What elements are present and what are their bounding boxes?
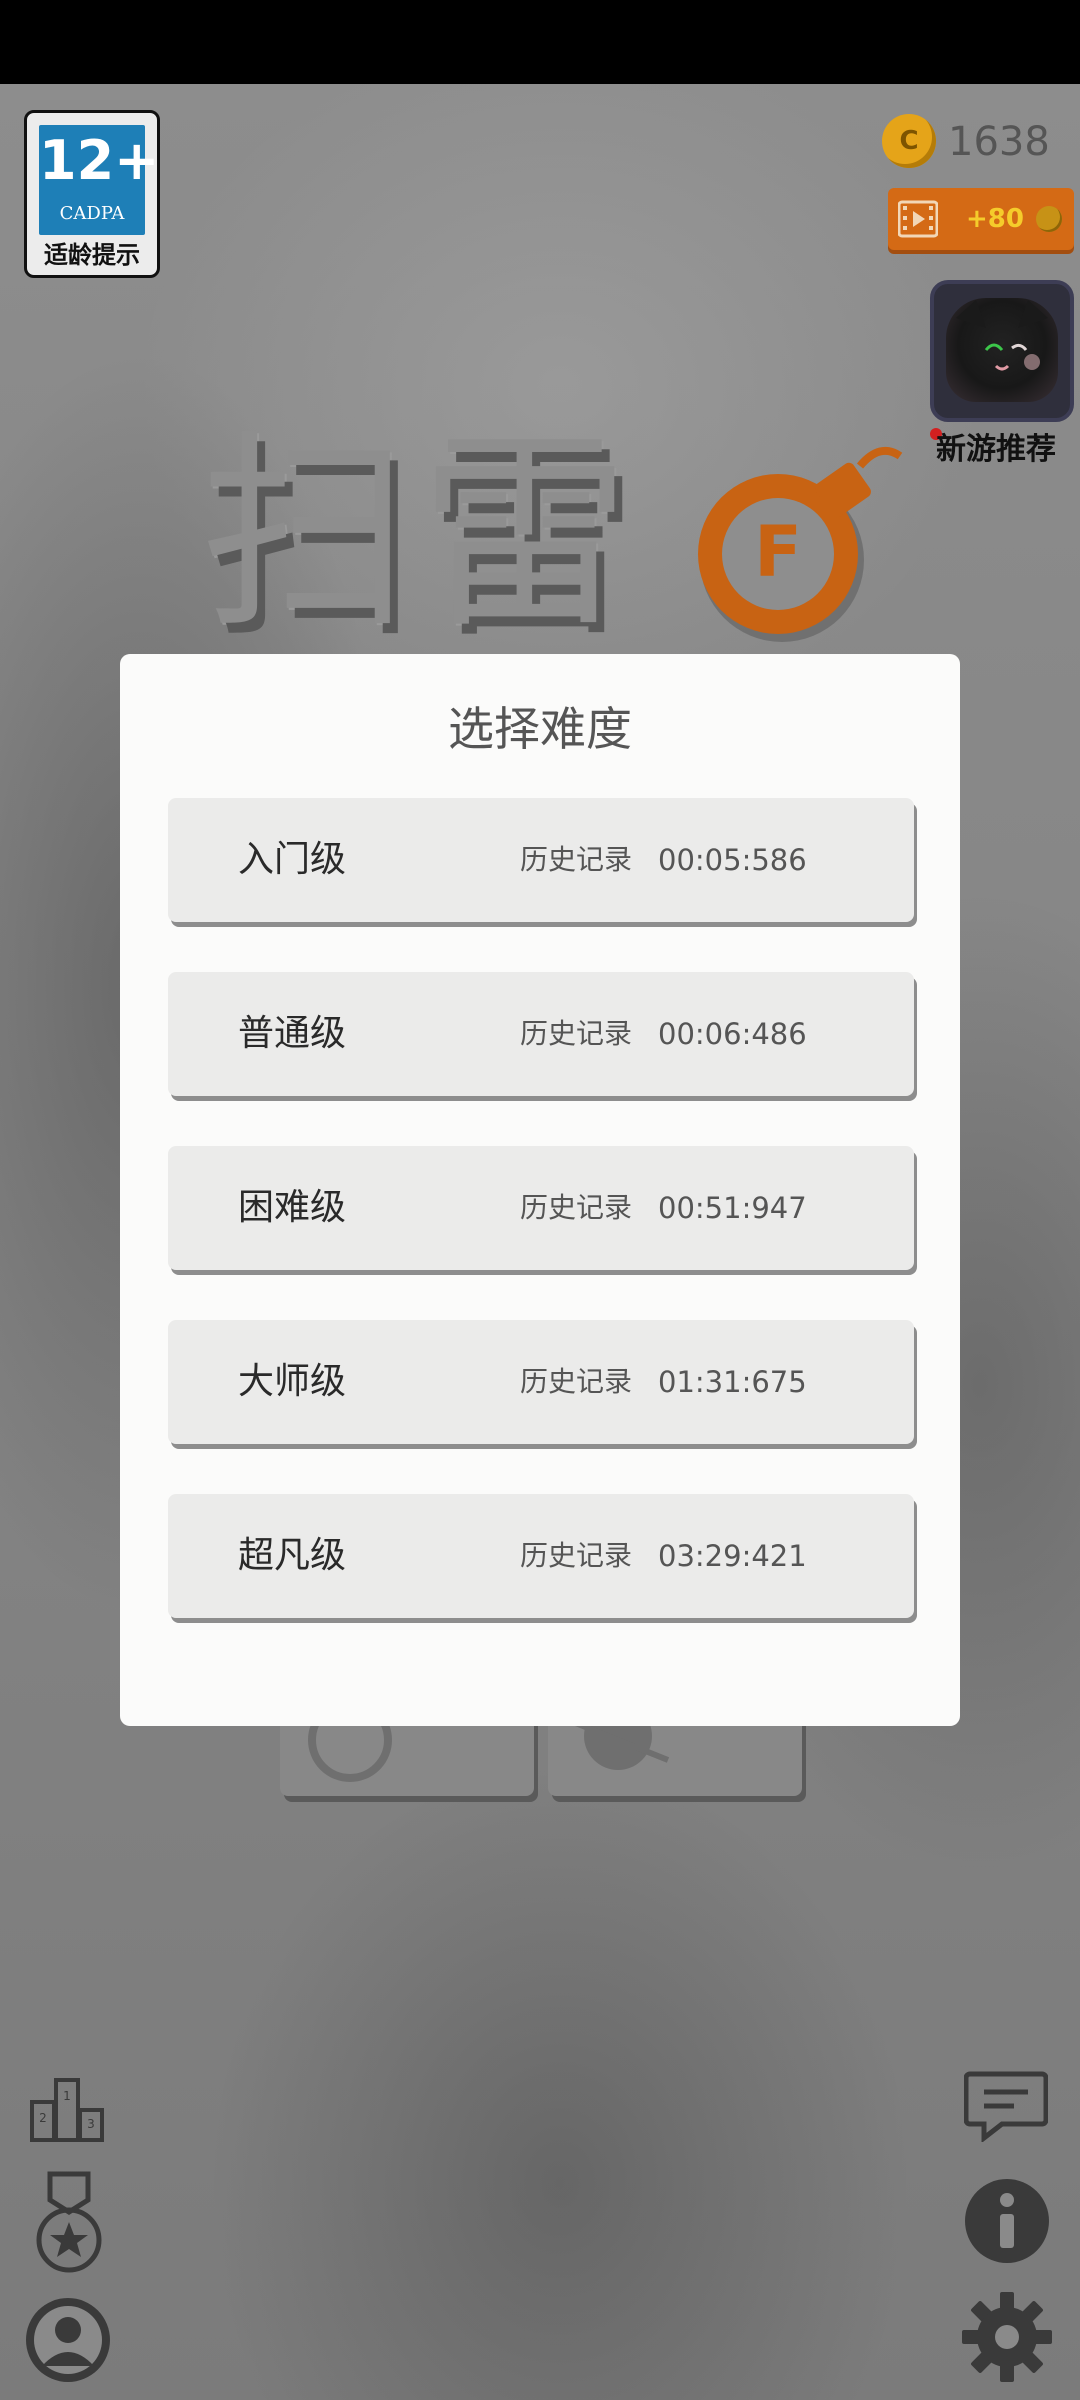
- age-rating-panel: 12+ CADPA: [39, 125, 160, 235]
- level-name: 普通级: [238, 1013, 347, 1054]
- leaderboard-icon[interactable]: 2 1 3: [30, 2076, 104, 2142]
- dialog-title: 选择难度: [448, 702, 632, 756]
- level-name: 困难级: [238, 1187, 347, 1228]
- record-time: 00:51:947: [658, 1191, 807, 1225]
- level-hard-button[interactable]: 困难级 历史记录 00:51:947: [168, 1146, 914, 1270]
- age-rating-hint: 适龄提示: [44, 241, 140, 269]
- cat-face-icon: [956, 300, 1048, 371]
- record-label: 历史记录: [520, 1365, 633, 1398]
- video-reward-button[interactable]: +80: [888, 188, 1074, 250]
- age-rating-number: 12+: [39, 129, 160, 192]
- reward-coin-icon: [1036, 206, 1062, 232]
- svg-text:3: 3: [87, 2117, 95, 2131]
- info-icon[interactable]: [964, 2178, 1050, 2264]
- level-name: 超凡级: [238, 1535, 347, 1576]
- record-label: 历史记录: [520, 843, 633, 876]
- level-extraordinary-button[interactable]: 超凡级 历史记录 03:29:421: [168, 1494, 914, 1618]
- record-label: 历史记录: [520, 1017, 633, 1050]
- record-time: 03:29:421: [658, 1539, 807, 1573]
- level-normal-button[interactable]: 普通级 历史记录 00:06:486: [168, 972, 914, 1096]
- message-icon[interactable]: [964, 2070, 1048, 2142]
- video-icon: [898, 200, 938, 238]
- settings-icon[interactable]: [962, 2292, 1052, 2382]
- level-name: 大师级: [238, 1361, 347, 1402]
- level-name: 入门级: [238, 839, 347, 880]
- age-rating-org: CADPA: [59, 203, 125, 224]
- promo-cat-image: [946, 298, 1058, 402]
- svg-text:2: 2: [39, 2111, 47, 2125]
- record-time: 01:31:675: [658, 1365, 807, 1399]
- coin-count: 1638: [948, 119, 1050, 165]
- bomb-letter: F: [754, 511, 802, 593]
- level-beginner-button[interactable]: 入门级 历史记录 00:05:586: [168, 798, 914, 922]
- record-time: 00:05:586: [658, 843, 807, 877]
- difficulty-dialog: 选择难度 入门级 历史记录 00:05:586 普通级 历史记录 00:06:4…: [120, 654, 960, 1726]
- age-rating-badge[interactable]: 12+ CADPA 适龄提示: [24, 110, 160, 278]
- svg-text:1: 1: [63, 2089, 71, 2103]
- record-time: 00:06:486: [658, 1017, 807, 1051]
- profile-icon[interactable]: [24, 2296, 112, 2384]
- medal-icon[interactable]: [34, 2170, 104, 2274]
- status-bar: [0, 0, 1080, 84]
- level-master-button[interactable]: 大师级 历史记录 01:31:675: [168, 1320, 914, 1444]
- new-game-recommend-label: 新游推荐: [936, 432, 1056, 467]
- record-label: 历史记录: [520, 1539, 633, 1572]
- record-label: 历史记录: [520, 1191, 633, 1224]
- coin-icon: C: [882, 114, 936, 168]
- video-reward-amount: +80: [966, 204, 1024, 234]
- new-game-recommend-button[interactable]: [930, 280, 1074, 422]
- game-title: 扫雷: [200, 412, 641, 657]
- bomb-logo-icon: F: [698, 446, 903, 642]
